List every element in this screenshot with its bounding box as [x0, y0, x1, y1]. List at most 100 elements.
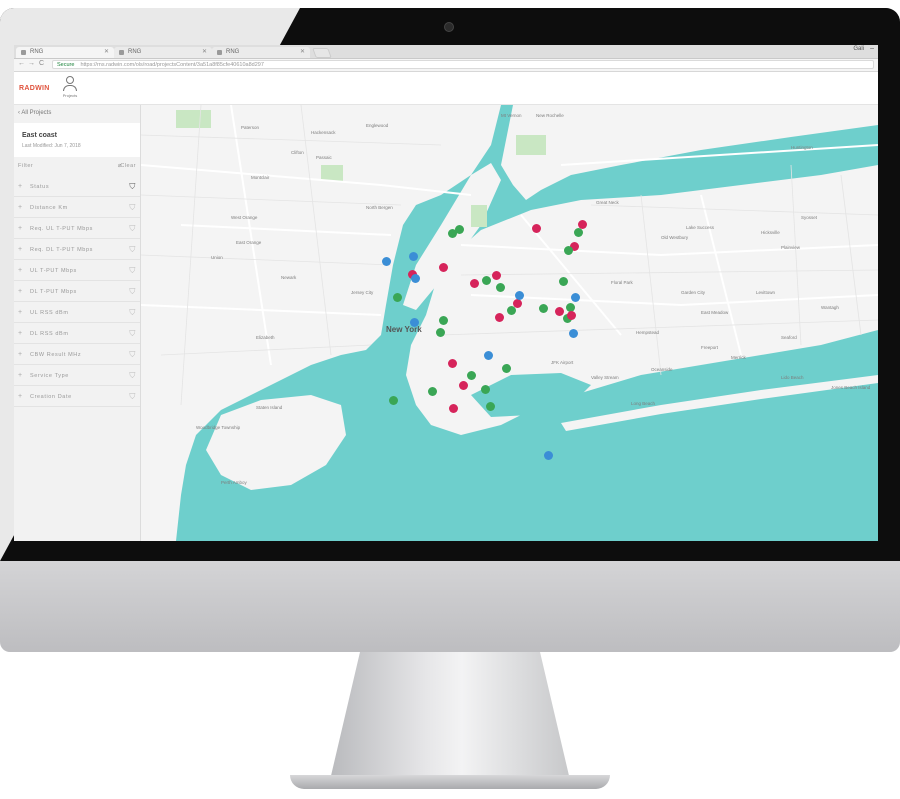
filter-toggle-icon[interactable]: ⛉	[129, 392, 136, 402]
filter-toggle-icon[interactable]: ⛉	[129, 266, 136, 276]
filter-toggle-icon[interactable]: ⛉	[129, 308, 136, 318]
forward-arrow-icon[interactable]: →	[28, 60, 35, 67]
link-marker-blue[interactable]	[570, 292, 580, 302]
link-marker-green[interactable]	[466, 370, 476, 380]
link-marker-green[interactable]	[427, 386, 437, 396]
map-place-label: Union	[211, 255, 223, 260]
link-marker-green[interactable]	[388, 395, 398, 405]
link-marker-green[interactable]	[480, 384, 490, 394]
map-view[interactable]: New York Mt Vernon New Rochelle Hackensack…	[141, 105, 878, 541]
link-marker-red[interactable]	[494, 312, 504, 322]
park-area	[321, 165, 343, 181]
link-marker-green[interactable]	[454, 224, 464, 234]
filter-toggle-icon[interactable]: ⛉	[129, 203, 136, 213]
user-icon	[66, 76, 74, 84]
filter-item[interactable]: + DL RSS dBm ⛉	[14, 329, 140, 350]
link-marker-red[interactable]	[458, 380, 468, 390]
filter-toggle-icon[interactable]: ⛉	[129, 350, 136, 360]
filter-item[interactable]: + Req. DL T-PUT Mbps ⛉	[14, 245, 140, 266]
close-icon[interactable]: ✕	[202, 47, 207, 58]
link-marker-blue[interactable]	[568, 328, 578, 338]
filter-label: Status	[30, 184, 50, 190]
filter-item[interactable]: + Service Type ⛉	[14, 371, 140, 392]
filter-item[interactable]: + UL T-PUT Mbps ⛉	[14, 266, 140, 287]
link-marker-blue[interactable]	[483, 350, 493, 360]
filter-item[interactable]: + Distance Km ⛉	[14, 203, 140, 224]
filter-toggle-icon[interactable]: ⛉	[129, 287, 136, 297]
monitor-chin	[0, 561, 900, 652]
link-marker-green[interactable]	[563, 245, 573, 255]
filter-header: Filter ⌀ Clear	[18, 163, 136, 169]
link-marker-red[interactable]	[566, 310, 576, 320]
url-input[interactable]: Secure https://rns.radwin.com/ols/road/pr…	[52, 60, 874, 69]
filter-item[interactable]: + UL RSS dBm ⛉	[14, 308, 140, 329]
filter-toggle-icon[interactable]: ⛉	[129, 224, 136, 234]
map-place-label: Hicksville	[761, 230, 780, 235]
filter-toggle-icon[interactable]: ⛉	[129, 371, 136, 381]
link-marker-red[interactable]	[448, 403, 458, 413]
expand-icon[interactable]: +	[18, 225, 23, 232]
link-marker-blue[interactable]	[381, 256, 391, 266]
clear-button[interactable]: Clear	[120, 163, 136, 169]
expand-icon[interactable]: +	[18, 267, 23, 274]
expand-icon[interactable]: +	[18, 288, 23, 295]
link-marker-green[interactable]	[506, 305, 516, 315]
park-area	[176, 110, 211, 128]
link-marker-red[interactable]	[531, 223, 541, 233]
link-marker-green[interactable]	[392, 292, 402, 302]
link-marker-green[interactable]	[558, 276, 568, 286]
close-icon[interactable]: ✕	[104, 47, 109, 58]
link-marker-green[interactable]	[495, 282, 505, 292]
reload-icon[interactable]: C	[39, 60, 44, 67]
browser-tab[interactable]: RNG ✕	[212, 47, 310, 58]
link-marker-blue[interactable]	[543, 450, 553, 460]
screen: RNG ✕ RNG ✕ RNG ✕ Gali – ← → C Secure ht…	[14, 45, 878, 541]
expand-icon[interactable]: +	[18, 372, 23, 379]
link-marker-red[interactable]	[447, 358, 457, 368]
filter-toggle-icon[interactable]: ⛉	[129, 329, 136, 339]
link-marker-red[interactable]	[469, 278, 479, 288]
link-marker-red[interactable]	[491, 270, 501, 280]
all-projects-link[interactable]: ‹ All Projects	[18, 110, 51, 116]
expand-icon[interactable]: +	[18, 351, 23, 358]
link-marker-green[interactable]	[438, 315, 448, 325]
map-place-label: Staten Island	[256, 405, 283, 410]
projects-nav-button[interactable]: Projects	[60, 76, 80, 100]
new-tab-button[interactable]	[312, 48, 332, 58]
filter-toggle-icon[interactable]: ⛉	[129, 182, 136, 192]
map-place-label: Hackensack	[311, 130, 336, 135]
expand-icon[interactable]: +	[18, 393, 23, 400]
link-marker-green[interactable]	[501, 363, 511, 373]
divider	[14, 364, 140, 365]
expand-icon[interactable]: +	[18, 330, 23, 337]
divider	[14, 217, 140, 218]
link-marker-green[interactable]	[435, 327, 445, 337]
expand-icon[interactable]: +	[18, 204, 23, 211]
link-marker-red[interactable]	[554, 306, 564, 316]
filter-item[interactable]: + CBW Result MHz ⛉	[14, 350, 140, 371]
window-user-label: Gali	[853, 46, 864, 52]
expand-icon[interactable]: +	[18, 309, 23, 316]
expand-icon[interactable]: +	[18, 246, 23, 253]
close-icon[interactable]: ✕	[300, 47, 305, 58]
filter-item[interactable]: + DL T-PUT Mbps ⛉	[14, 287, 140, 308]
link-marker-green[interactable]	[485, 401, 495, 411]
back-arrow-icon[interactable]: ←	[18, 60, 25, 67]
link-marker-blue[interactable]	[410, 273, 420, 283]
minimize-icon[interactable]: –	[870, 45, 874, 52]
link-marker-blue[interactable]	[514, 290, 524, 300]
link-marker-blue[interactable]	[409, 317, 419, 327]
map-place-label: Newark	[281, 275, 297, 280]
filter-toggle-icon[interactable]: ⛉	[129, 245, 136, 255]
filter-item[interactable]: + Status ⛉	[14, 182, 140, 203]
filter-item[interactable]: + Creation Date ⛉	[14, 392, 140, 413]
link-marker-green[interactable]	[538, 303, 548, 313]
link-marker-blue[interactable]	[408, 251, 418, 261]
browser-tab[interactable]: RNG ✕	[16, 47, 114, 58]
link-marker-green[interactable]	[481, 275, 491, 285]
expand-icon[interactable]: +	[18, 183, 23, 190]
browser-tab[interactable]: RNG ✕	[114, 47, 212, 58]
link-marker-green[interactable]	[573, 227, 583, 237]
link-marker-red[interactable]	[438, 262, 448, 272]
filter-item[interactable]: + Req. UL T-PUT Mbps ⛉	[14, 224, 140, 245]
